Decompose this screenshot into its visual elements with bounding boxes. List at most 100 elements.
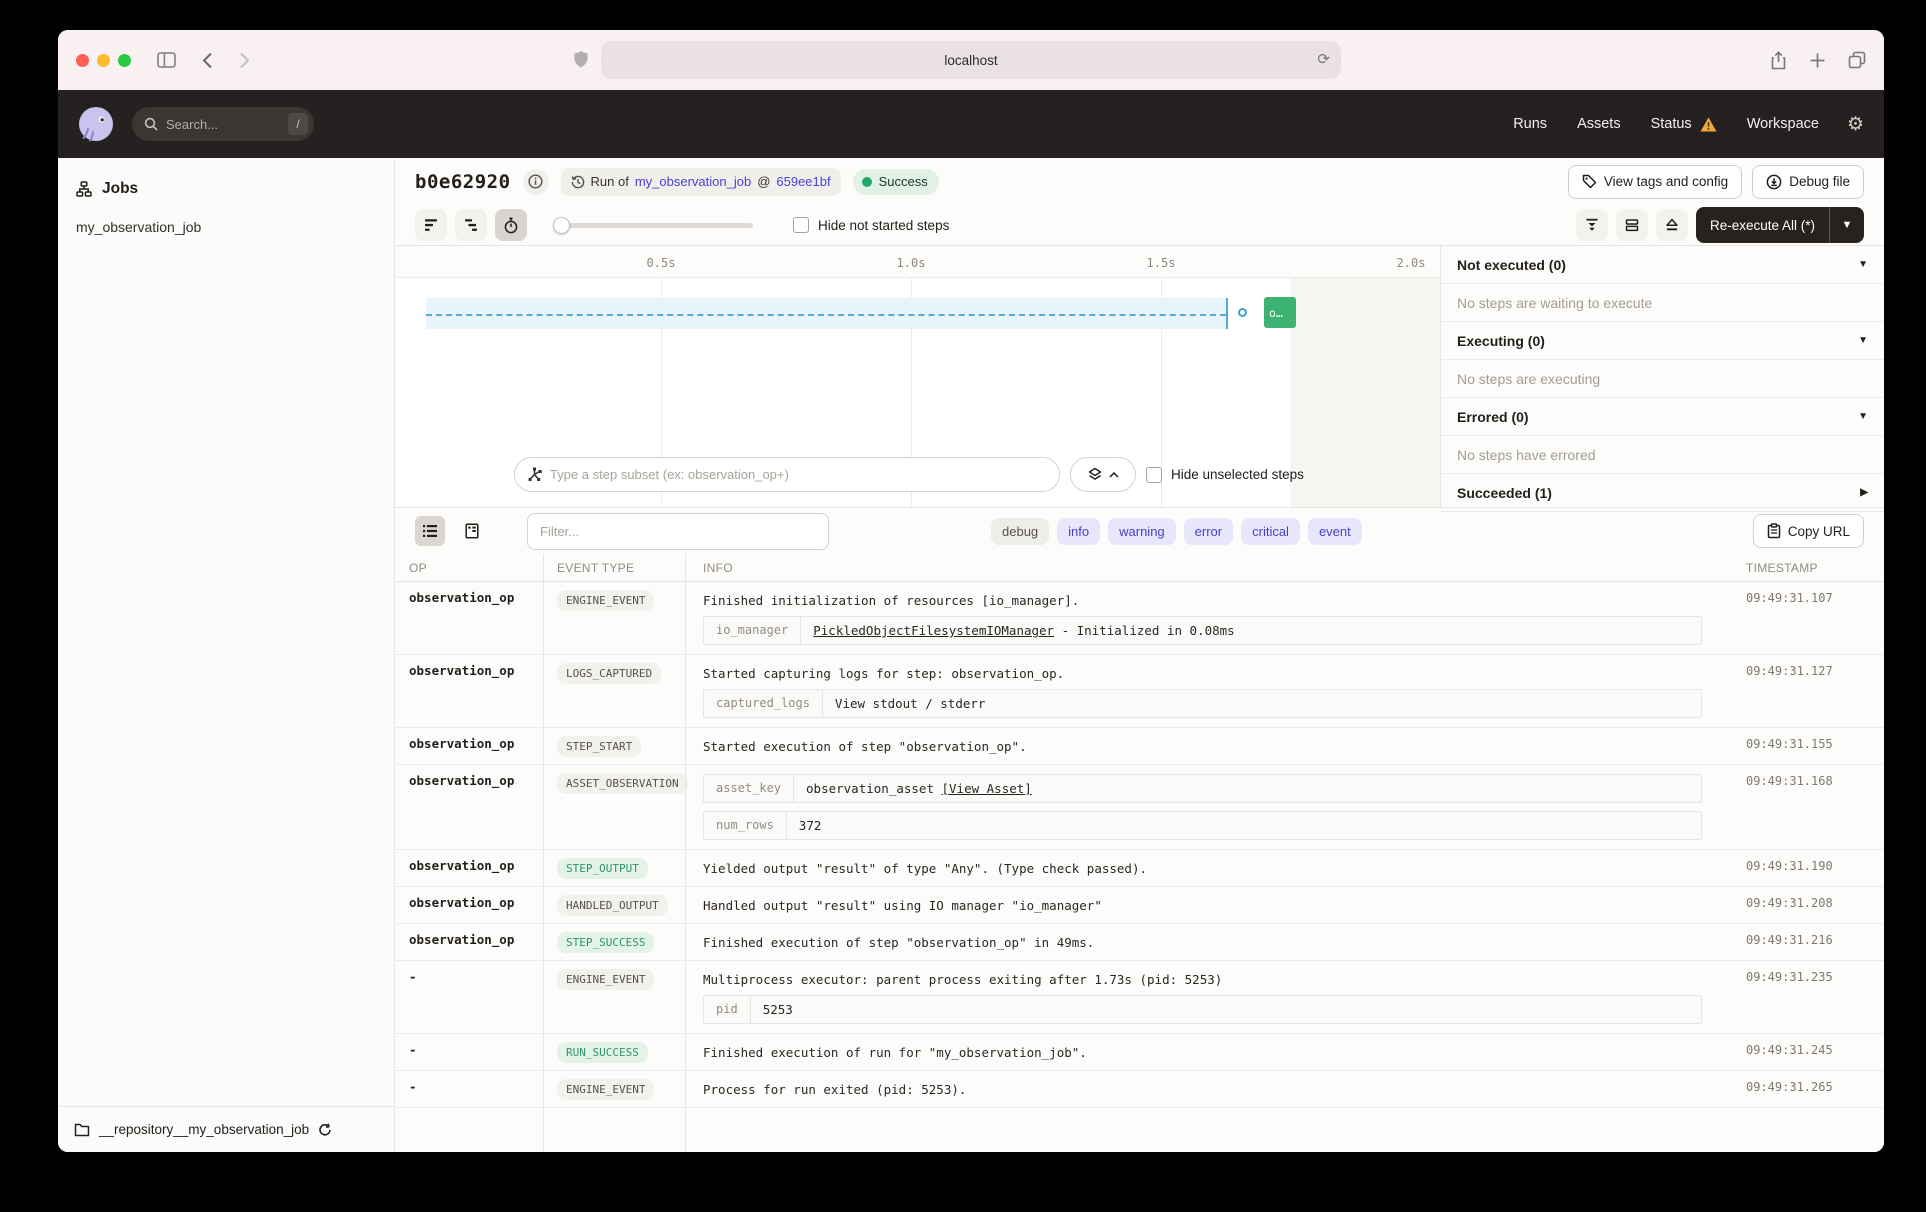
dagster-logo[interactable]: [78, 106, 114, 142]
timing-view-icon[interactable]: [495, 209, 527, 241]
sidebar-item-my-observation-job[interactable]: my_observation_job: [58, 210, 394, 244]
log-list-view-icon[interactable]: [415, 516, 445, 546]
log-row[interactable]: observation_opSTEP_SUCCESSFinished execu…: [395, 924, 1884, 961]
debug-file-button[interactable]: Debug file: [1752, 165, 1864, 199]
hide-unselected-checkbox[interactable]: [1146, 467, 1162, 483]
step-section-errored[interactable]: Errored (0)▼: [1441, 398, 1884, 436]
repository-footer[interactable]: __repository__my_observation_job: [58, 1106, 394, 1152]
collapse-up-icon[interactable]: [1656, 209, 1688, 241]
log-timestamp[interactable]: 09:49:31.107: [1732, 582, 1884, 654]
run-of-tag[interactable]: Run of my_observation_job @ 659ee1bf: [561, 168, 841, 196]
reexecute-options-caret[interactable]: ▼: [1830, 207, 1864, 243]
view-tags-config-button[interactable]: View tags and config: [1568, 165, 1742, 199]
metadata-link[interactable]: [View Asset]: [942, 781, 1032, 796]
new-tab-icon[interactable]: [1809, 52, 1826, 69]
step-box-observation-op[interactable]: o…: [1264, 297, 1296, 328]
copy-url-button[interactable]: Copy URL: [1753, 514, 1864, 548]
metadata-key: pid: [704, 996, 751, 1023]
waterfall-view-icon[interactable]: [455, 209, 487, 241]
level-chip-warning[interactable]: warning: [1108, 518, 1176, 545]
nav-item-workspace[interactable]: Workspace: [1747, 116, 1819, 132]
gantt-chart: 0.5s1.0s1.5s2.0s o…: [395, 246, 1440, 507]
job-link[interactable]: my_observation_job: [635, 174, 751, 189]
nav-item-assets[interactable]: Assets: [1577, 116, 1621, 132]
log-row[interactable]: observation_opENGINE_EVENTFinished initi…: [395, 582, 1884, 655]
step-subset-filter[interactable]: [514, 457, 1060, 492]
hide-unselected-control[interactable]: Hide unselected steps: [1146, 467, 1304, 483]
step-section-executing[interactable]: Executing (0)▼: [1441, 322, 1884, 360]
zoom-slider-knob[interactable]: [553, 217, 570, 234]
level-chip-event[interactable]: event: [1308, 518, 1362, 545]
hide-not-started-control[interactable]: Hide not started steps: [793, 217, 949, 233]
minimize-window-button[interactable]: [97, 54, 110, 67]
log-timestamp[interactable]: 09:49:31.208: [1732, 887, 1884, 923]
metadata-link[interactable]: PickledObjectFilesystemIOManager: [813, 623, 1054, 638]
level-chip-info[interactable]: info: [1057, 518, 1100, 545]
event-type-badge: HANDLED_OUTPUT: [557, 895, 668, 916]
log-row[interactable]: observation_opHANDLED_OUTPUTHandled outp…: [395, 887, 1884, 924]
log-timestamp[interactable]: 09:49:31.155: [1732, 728, 1884, 764]
commit-link[interactable]: 659ee1bf: [776, 174, 830, 189]
apply-step-filter-button[interactable]: [1070, 457, 1136, 492]
sidebar-toggle-icon[interactable]: [157, 52, 176, 68]
log-info-text: Process for run exited (pid: 5253).: [703, 1078, 1718, 1097]
hide-not-started-checkbox[interactable]: [793, 217, 809, 233]
reexecute-all-button[interactable]: Re-execute All (*): [1696, 207, 1829, 243]
log-row[interactable]: observation_opLOGS_CAPTUREDStarted captu…: [395, 655, 1884, 728]
log-filter-input[interactable]: [540, 524, 816, 539]
step-states-panel: Not executed (0)▼No steps are waiting to…: [1440, 246, 1884, 507]
log-filter[interactable]: [527, 513, 829, 550]
flat-view-icon[interactable]: [415, 209, 447, 241]
log-info-cell: Finished initialization of resources [io…: [685, 582, 1732, 654]
step-subset-input[interactable]: [550, 467, 1047, 482]
step-marker[interactable]: [1238, 308, 1247, 317]
close-window-button[interactable]: [76, 54, 89, 67]
zoom-slider[interactable]: [553, 217, 753, 234]
log-timestamp[interactable]: 09:49:31.168: [1732, 765, 1884, 849]
back-icon[interactable]: [202, 52, 213, 69]
log-timestamp[interactable]: 09:49:31.235: [1732, 961, 1884, 1033]
level-chip-critical[interactable]: critical: [1241, 518, 1300, 545]
browser-chrome: localhost ⟳: [58, 30, 1884, 90]
collapse-down-icon[interactable]: [1576, 209, 1608, 241]
tab-overview-icon[interactable]: [1848, 51, 1866, 69]
run-info-icon[interactable]: [523, 169, 549, 195]
step-section-not[interactable]: Not executed (0)▼: [1441, 246, 1884, 284]
reload-repository-icon[interactable]: [318, 1123, 332, 1137]
nav-item-status[interactable]: Status: [1651, 116, 1717, 132]
reload-icon[interactable]: ⟳: [1317, 50, 1330, 68]
privacy-shield-icon[interactable]: [573, 50, 589, 69]
nav-item-label: Assets: [1577, 116, 1621, 132]
event-type-badge: LOGS_CAPTURED: [557, 663, 661, 684]
nav-item-runs[interactable]: Runs: [1513, 116, 1547, 132]
log-row[interactable]: -RUN_SUCCESSFinished execution of run fo…: [395, 1034, 1884, 1071]
log-op: observation_op: [409, 736, 514, 751]
log-row[interactable]: observation_opASSET_OBSERVATIONasset_key…: [395, 765, 1884, 850]
log-row[interactable]: -ENGINE_EVENTProcess for run exited (pid…: [395, 1071, 1884, 1108]
traffic-lights: [76, 54, 131, 67]
log-row[interactable]: -ENGINE_EVENTMultiprocess executor: pare…: [395, 961, 1884, 1034]
log-timestamp[interactable]: 09:49:31.190: [1732, 850, 1884, 886]
run-duration-bar[interactable]: [426, 298, 1228, 329]
step-section-succeeded[interactable]: Succeeded (1)▶: [1441, 474, 1884, 512]
level-chip-debug[interactable]: debug: [991, 518, 1049, 545]
log-timestamp[interactable]: 09:49:31.127: [1732, 655, 1884, 727]
global-search[interactable]: /: [132, 107, 314, 141]
level-chip-error[interactable]: error: [1184, 518, 1233, 545]
forward-icon[interactable]: [239, 52, 250, 69]
url-bar[interactable]: localhost ⟳: [601, 41, 1341, 79]
log-row[interactable]: observation_opSTEP_STARTStarted executio…: [395, 728, 1884, 765]
log-timestamp[interactable]: 09:49:31.216: [1732, 924, 1884, 960]
rows-icon[interactable]: [1616, 209, 1648, 241]
log-op-cell: -: [395, 1034, 543, 1070]
settings-gear-icon[interactable]: ⚙: [1847, 115, 1864, 134]
axis-tick: 1.5s: [1147, 256, 1176, 270]
log-row[interactable]: observation_opSTEP_OUTPUTYielded output …: [395, 850, 1884, 887]
search-input[interactable]: [166, 117, 280, 132]
share-icon[interactable]: [1770, 51, 1787, 70]
log-structured-view-icon[interactable]: [457, 516, 487, 546]
maximize-window-button[interactable]: [118, 54, 131, 67]
metadata-entry: captured_logsView stdout / stderr: [703, 689, 1702, 718]
log-timestamp[interactable]: 09:49:31.265: [1732, 1071, 1884, 1107]
log-timestamp[interactable]: 09:49:31.245: [1732, 1034, 1884, 1070]
